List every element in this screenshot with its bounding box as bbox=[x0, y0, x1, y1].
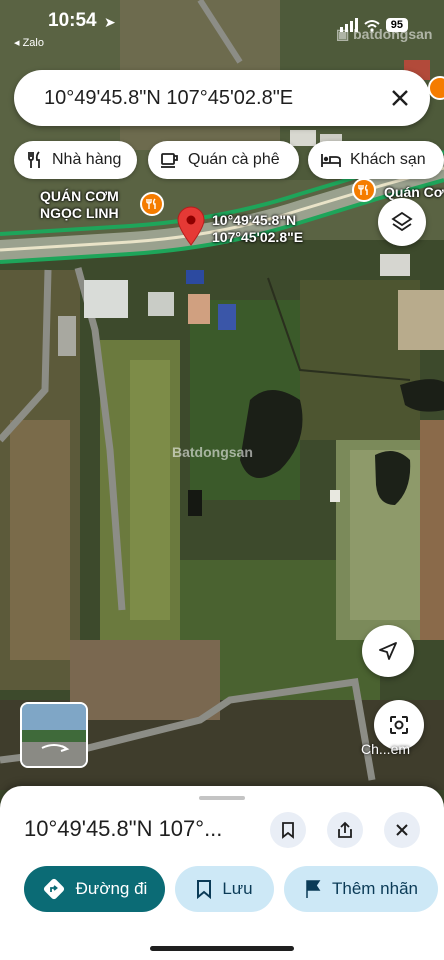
pin-longitude: 107°45'02.8"E bbox=[212, 229, 304, 245]
save-label: Lưu bbox=[222, 879, 253, 898]
street-view-thumbnail[interactable] bbox=[20, 702, 88, 768]
restaurant-poi-icon[interactable] bbox=[140, 192, 164, 216]
share-icon bbox=[338, 821, 352, 838]
poi-label-line: NGỌC LINH bbox=[40, 205, 119, 221]
add-label-button[interactable]: Thêm nhãn bbox=[284, 866, 438, 912]
flag-icon bbox=[306, 880, 321, 898]
poi-label-quan-com[interactable]: QUÁN CƠM NGỌC LINH bbox=[40, 188, 119, 222]
chip-restaurants[interactable]: Nhà hàng bbox=[14, 141, 137, 179]
directions-label: Đường đi bbox=[75, 879, 148, 898]
search-bar[interactable]: 10°49'45.8"N 107°45'02.8"E bbox=[14, 70, 430, 126]
pin-coordinates-label: 10°49'45.8"N 107°45'02.8"E bbox=[212, 212, 303, 246]
layers-icon bbox=[391, 211, 413, 232]
chip-cafes[interactable]: Quán cà phê bbox=[148, 141, 299, 179]
drag-handle[interactable] bbox=[199, 796, 245, 800]
street-view-image bbox=[22, 704, 86, 766]
hotel-icon bbox=[321, 154, 341, 167]
watermark-top: ▣ batdongsan bbox=[336, 26, 433, 42]
restaurant-icon bbox=[28, 151, 40, 168]
bookmark-icon bbox=[282, 822, 294, 839]
category-chips: Nhà hàng Quán cà phê Khách sạn bbox=[14, 141, 444, 179]
bookmark-icon bbox=[197, 880, 212, 899]
chip-label: Nhà hàng bbox=[52, 151, 122, 168]
restaurant-poi-icon[interactable] bbox=[352, 178, 376, 202]
chip-label: Quán cà phê bbox=[188, 151, 280, 168]
lens-icon bbox=[390, 716, 408, 734]
add-label-label: Thêm nhãn bbox=[332, 879, 418, 898]
map-pin-icon[interactable] bbox=[176, 206, 206, 246]
status-time: 10:54 bbox=[48, 10, 97, 31]
my-location-button[interactable] bbox=[362, 625, 414, 677]
chip-hotels[interactable]: Khách sạn bbox=[308, 141, 444, 179]
search-query[interactable]: 10°49'45.8"N 107°45'02.8"E bbox=[44, 87, 293, 110]
share-button[interactable] bbox=[327, 812, 363, 848]
save-button[interactable]: Lưu bbox=[175, 866, 274, 912]
location-arrow-icon: ➤ bbox=[104, 14, 116, 30]
watermark: Batdongsan bbox=[172, 444, 253, 460]
coffee-icon bbox=[161, 153, 178, 168]
navigation-arrow-icon bbox=[379, 642, 397, 660]
bookmark-button[interactable] bbox=[270, 812, 306, 848]
close-sheet-button[interactable] bbox=[384, 812, 420, 848]
poi-label-line: QUÁN CƠM bbox=[40, 188, 119, 204]
back-to-app-link[interactable]: ◂ Zalo bbox=[14, 36, 44, 49]
close-icon[interactable] bbox=[388, 86, 412, 110]
close-icon bbox=[396, 824, 408, 836]
pin-latitude: 10°49'45.8"N bbox=[212, 212, 297, 228]
directions-button[interactable]: Đường đi bbox=[24, 866, 165, 912]
lens-label: Ch...em bbox=[361, 741, 411, 757]
home-indicator bbox=[150, 946, 294, 951]
chip-label: Khách sạn bbox=[350, 151, 426, 168]
place-title: 10°49'45.8"N 107°... bbox=[24, 816, 223, 841]
directions-icon bbox=[43, 878, 64, 900]
layers-button[interactable] bbox=[378, 198, 426, 246]
place-bottom-sheet[interactable]: 10°49'45.8"N 107°... Đường đi Lưu Thêm n… bbox=[0, 786, 444, 960]
